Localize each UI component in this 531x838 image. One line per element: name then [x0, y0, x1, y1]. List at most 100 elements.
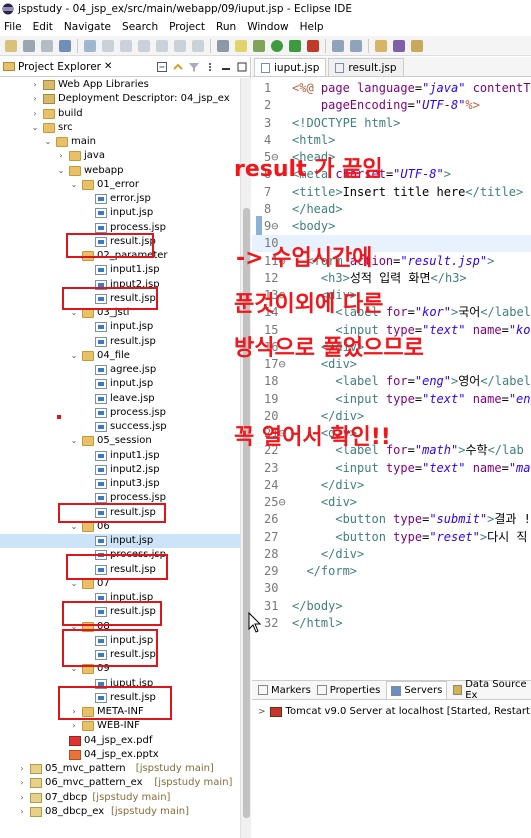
menu-window[interactable]: Window	[247, 21, 288, 33]
step-into-icon[interactable]	[174, 39, 186, 52]
chevron-down-icon[interactable]: ⌄	[44, 135, 52, 149]
chevron-down-icon[interactable]: ⌄	[70, 178, 78, 192]
terminate-icon[interactable]	[156, 39, 168, 52]
menu-run[interactable]: Run	[216, 21, 236, 33]
tree-folder-item[interactable]: ⌄ src	[0, 121, 240, 135]
tree-file-item[interactable]: error.jsp	[0, 192, 240, 206]
explorer-scrollbar[interactable]	[240, 78, 251, 838]
menu-help[interactable]: Help	[300, 21, 324, 33]
tree-file-item[interactable]: input.jsp	[0, 320, 240, 334]
filter-icon[interactable]	[188, 61, 200, 73]
chevron-down-icon[interactable]: ⌄	[70, 434, 78, 448]
chevron-right-icon[interactable]: ›	[18, 776, 26, 790]
server-row[interactable]: > Tomcat v9.0 Server at localhost [Start…	[258, 706, 531, 717]
code-line[interactable]: 2 pageEncoding="UTF-8"%>	[252, 97, 531, 114]
bug-icon[interactable]	[253, 39, 265, 52]
tree-file-item[interactable]: input3.jsp	[0, 477, 240, 491]
tab-servers[interactable]: Servers	[386, 681, 448, 699]
chevron-right-icon[interactable]: ›	[57, 149, 65, 163]
maximize-icon[interactable]	[236, 61, 248, 73]
resume-icon[interactable]	[120, 39, 132, 52]
tree-file-item[interactable]: input.jsp	[0, 534, 240, 549]
tab-project-explorer[interactable]: Project Explorer ✕	[3, 61, 118, 73]
chevron-right-icon[interactable]: ›	[70, 719, 78, 733]
link-with-editor-icon[interactable]	[172, 61, 184, 73]
chevron-right-icon[interactable]: ›	[31, 78, 39, 92]
code-line[interactable]: 25⊖ <div>	[252, 494, 531, 511]
tab-markers[interactable]: Markers	[258, 685, 311, 696]
chevron-right-icon[interactable]: ›	[18, 791, 26, 805]
code-line[interactable]: 27 <button type="reset">다시 직	[252, 529, 531, 546]
chevron-right-icon[interactable]: ›	[18, 762, 26, 776]
mark-occurrences-icon[interactable]	[235, 39, 247, 52]
collapse-all-icon[interactable]	[156, 61, 168, 73]
tree-file-item[interactable]: input1.jsp	[0, 263, 240, 277]
close-icon[interactable]: ✕	[104, 61, 112, 72]
chevron-down-icon[interactable]: ⌄	[57, 164, 65, 178]
menu-file[interactable]: File	[4, 21, 22, 33]
expand-arrow-icon[interactable]: >	[258, 707, 266, 717]
code-line[interactable]: 1 <%@ page language="java" contentTy	[252, 80, 531, 97]
tree-folder-item[interactable]: › WEB-INF	[0, 719, 240, 733]
run-icon[interactable]	[271, 39, 283, 52]
tree-folder-item[interactable]: › build	[0, 107, 240, 121]
skip-icon[interactable]	[102, 39, 114, 52]
tree-project-item[interactable]: › 08_dbcp_ex [jspstudy main]	[0, 805, 240, 819]
new-server-icon[interactable]	[332, 39, 344, 52]
editor-tab-result[interactable]: result.jsp	[328, 58, 404, 76]
annotation-icon[interactable]	[411, 39, 423, 52]
code-line[interactable]: 31 </body>	[252, 598, 531, 615]
tree-folder-item[interactable]: ⌄ 05_session	[0, 434, 240, 448]
tree-file-item[interactable]: 04_jsp_ex.pptx	[0, 748, 240, 762]
code-line[interactable]: 4 <html>	[252, 132, 531, 149]
tree-folder-item[interactable]: ⌄ 01_error	[0, 178, 240, 192]
code-line[interactable]: 3 <!DOCTYPE html>	[252, 115, 531, 132]
menu-project[interactable]: Project	[169, 21, 205, 33]
tree-project-item[interactable]: › 06_mvc_pattern_ex [jspstudy main]	[0, 776, 240, 790]
tree-file-item[interactable]: input.jsp	[0, 377, 240, 391]
tree-folder-item[interactable]: › java	[0, 149, 240, 163]
menu-edit[interactable]: Edit	[33, 21, 53, 33]
chevron-down-icon[interactable]: ⌄	[31, 121, 39, 135]
tree-file-item[interactable]: success.jsp	[0, 420, 240, 434]
run-config-icon[interactable]	[289, 39, 301, 52]
terminal-icon[interactable]	[59, 39, 71, 52]
tree-file-item[interactable]: process.jsp	[0, 406, 240, 420]
menu-navigate[interactable]: Navigate	[64, 21, 111, 33]
code-line[interactable]: 19 <input type="text" name="eng	[252, 391, 531, 408]
suspend-icon[interactable]	[138, 39, 150, 52]
save-all-icon[interactable]	[41, 39, 53, 52]
code-editor[interactable]: iuput.jsp result.jsp 1 <%@ page language=…	[252, 57, 531, 676]
menu-search[interactable]: Search	[122, 21, 158, 33]
format-icon[interactable]	[217, 39, 229, 52]
tree-file-item[interactable]: 04_jsp_ex.pdf	[0, 734, 240, 748]
search-icon[interactable]	[393, 39, 405, 52]
tree-folder-item[interactable]: ⌄ webapp	[0, 164, 240, 178]
code-line[interactable]: 28 </div>	[252, 546, 531, 563]
tree-file-item[interactable]: › Web App Libraries	[0, 78, 240, 92]
chevron-right-icon[interactable]: ›	[18, 805, 26, 819]
tree-project-item[interactable]: › 05_mvc_pattern [jspstudy main]	[0, 762, 240, 776]
tab-data-source[interactable]: Data Source Ex	[453, 679, 531, 701]
save-icon[interactable]	[23, 39, 35, 52]
minimize-icon[interactable]	[220, 61, 232, 73]
tree-file-item[interactable]: result.jsp	[0, 335, 240, 349]
tab-properties[interactable]: Properties	[316, 685, 380, 696]
editor-tab-iuput[interactable]: iuput.jsp	[254, 58, 327, 76]
code-line[interactable]: 7 <title>Insert title here</title>	[252, 184, 531, 201]
view-menu-icon[interactable]	[204, 61, 216, 73]
new-icon[interactable]	[5, 39, 17, 52]
code-line[interactable]: 26 <button type="submit">결과 !	[252, 511, 531, 528]
tree-file-item[interactable]: leave.jsp	[0, 392, 240, 406]
code-line[interactable]: 12 <h3>성적 입력 화면</h3>	[252, 270, 531, 287]
external-tools-icon[interactable]	[307, 39, 319, 52]
tree-folder-item[interactable]: ⌄ 04_file	[0, 349, 240, 363]
tree-folder-item[interactable]: ⌄ main	[0, 135, 240, 149]
tree-file-item[interactable]: input1.jsp	[0, 449, 240, 463]
open-type-icon[interactable]	[375, 39, 387, 52]
code-line[interactable]: 29 </form>	[252, 563, 531, 580]
chevron-right-icon[interactable]: ›	[31, 92, 39, 106]
tree-file-item[interactable]: input2.jsp	[0, 463, 240, 477]
code-line[interactable]: 9⊖ <body>	[252, 218, 531, 235]
code-line[interactable]: 30	[252, 580, 531, 597]
